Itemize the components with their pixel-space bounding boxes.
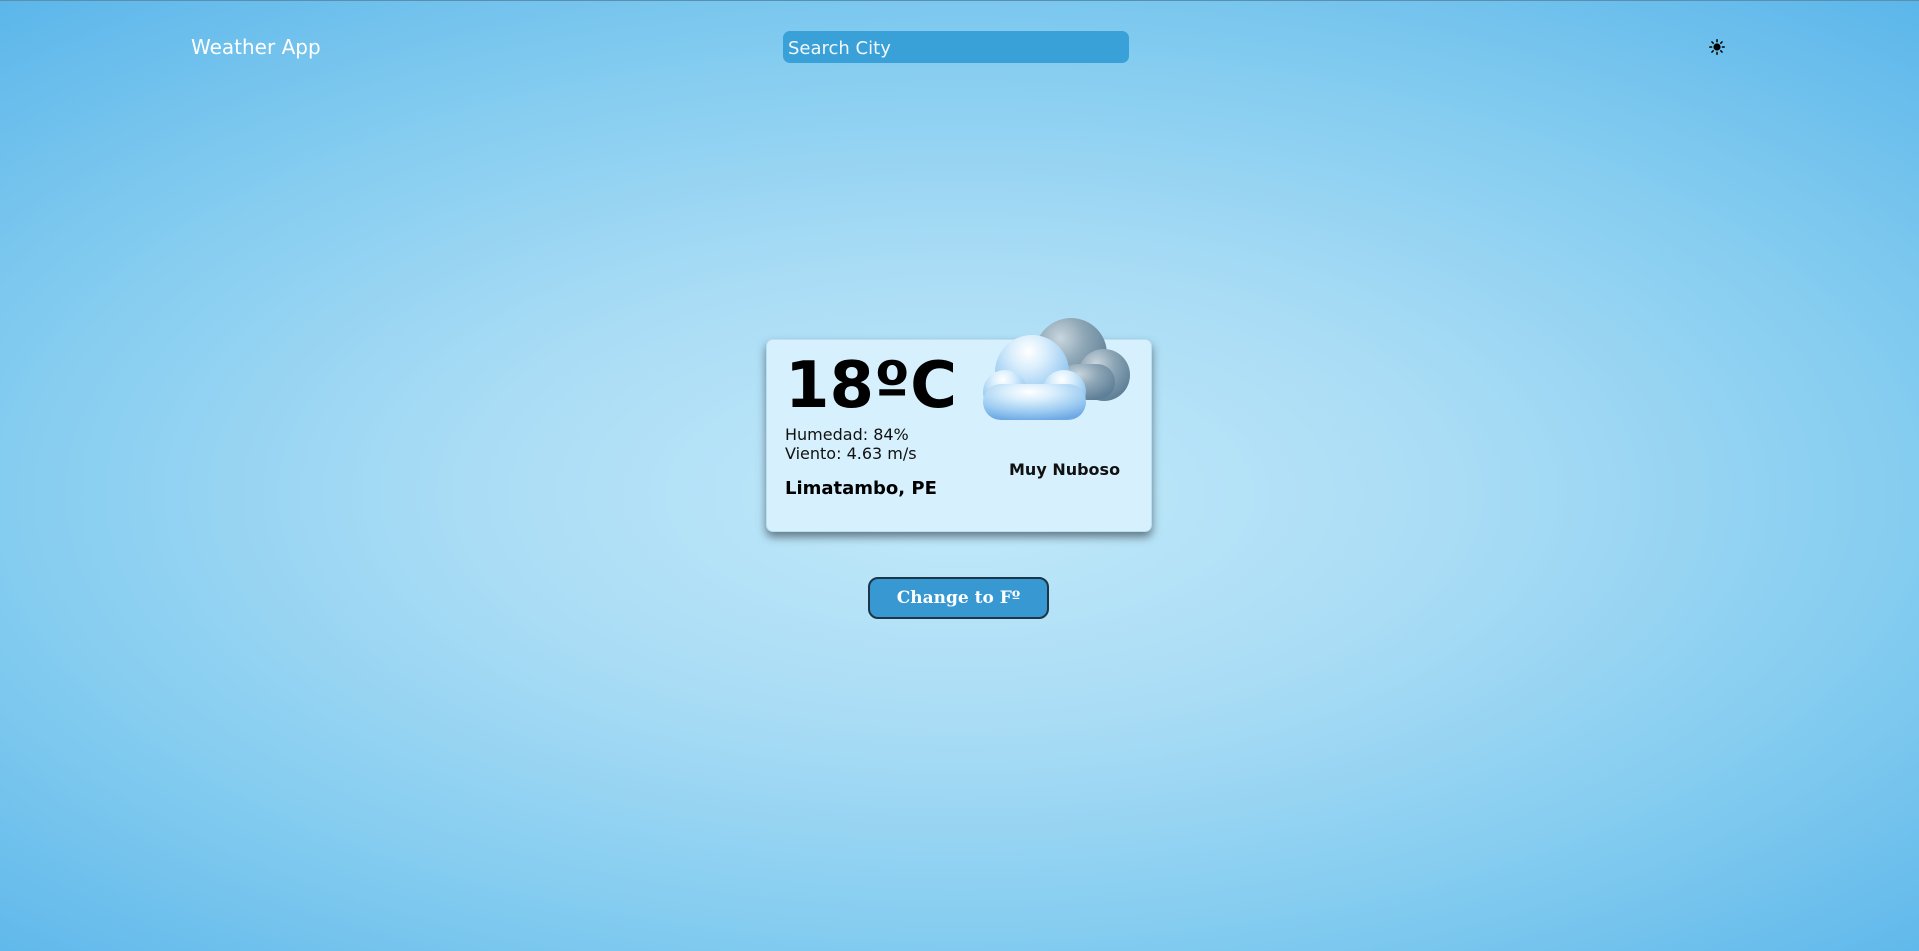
weather-card: 18ºC Humedad: 84% Viento: 4.63 m/s Limat…	[766, 318, 1152, 532]
theme-toggle-button[interactable]	[1705, 35, 1729, 59]
sun-icon	[1709, 39, 1725, 55]
wind-text: Viento: 4.63 m/s	[785, 444, 917, 463]
search-city-input[interactable]	[783, 31, 1129, 63]
change-unit-button[interactable]: Change to Fº	[868, 577, 1049, 619]
temperature: 18ºC	[785, 349, 958, 423]
location-text: Limatambo, PE	[785, 478, 937, 499]
broken-clouds-icon	[983, 318, 1130, 420]
app-title: Weather App	[191, 35, 321, 59]
weather-description: Muy Nuboso	[1009, 460, 1121, 479]
humidity-text: Humedad: 84%	[785, 425, 909, 444]
